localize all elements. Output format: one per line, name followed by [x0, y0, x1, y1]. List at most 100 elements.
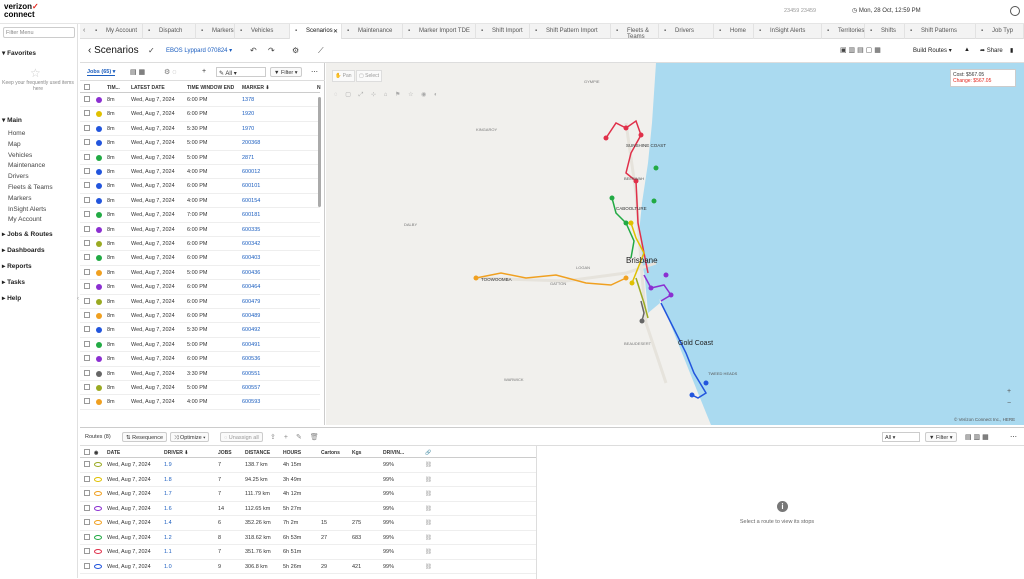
link-icon[interactable]: ⛓	[425, 491, 432, 497]
cell-marker-link[interactable]: 600403	[242, 255, 260, 261]
more-icon[interactable]: ⋯	[311, 68, 318, 76]
cell-marker-link[interactable]: 600464	[242, 284, 260, 290]
link-icon[interactable]: ⛓	[425, 549, 432, 555]
cell-marker-link[interactable]: 600492	[242, 327, 260, 333]
col-jobs[interactable]: JOBS	[218, 450, 232, 456]
table-row[interactable]: 8m Wed, Aug 7, 2024 6:00 PM 600403	[80, 251, 320, 266]
route-checkbox[interactable]	[84, 475, 90, 482]
cell-marker-link[interactable]: 1378	[242, 97, 254, 103]
select-all-checkbox[interactable]	[84, 84, 90, 90]
sidebar-item-6[interactable]: Markers	[8, 195, 31, 202]
route-row[interactable]: Wed, Aug 7, 2024 1.0 9 306.8 km 5h 26m 29 421 9…	[80, 560, 536, 574]
route-cell-driver[interactable]: 1.1	[164, 549, 172, 555]
table-row[interactable]: 8m Wed, Aug 7, 2024 3:30 PM 600551	[80, 367, 320, 381]
route-cell-driver[interactable]: 1.2	[164, 535, 172, 541]
row-checkbox[interactable]	[84, 355, 90, 362]
row-checkbox[interactable]	[84, 124, 90, 131]
route-checkbox[interactable]	[84, 461, 90, 467]
table-row[interactable]: 8m Wed, Aug 7, 2024 5:30 PM 1970	[80, 122, 320, 137]
cell-marker-link[interactable]: 600012	[242, 169, 260, 175]
optimize-button[interactable]: ⤨ Optimize ▾	[170, 432, 210, 442]
undo-icon[interactable]: ↶	[250, 46, 257, 55]
col-date[interactable]: DATE	[107, 450, 120, 456]
routes-select-all[interactable]	[84, 449, 90, 455]
link-icon[interactable]: ⛓	[425, 462, 432, 468]
col-kgs[interactable]: Kgs	[352, 450, 361, 456]
col-n[interactable]: N	[317, 85, 321, 91]
routes-view-icons[interactable]: ▤ ▥ ▦	[965, 433, 989, 441]
sidebar-section-1[interactable]: ▸ Dashboards	[2, 246, 45, 254]
jobs-scrollbar[interactable]	[318, 97, 321, 207]
redo-icon[interactable]: ↷	[268, 46, 275, 55]
jobs-filter-select[interactable]: ✎ All ▾	[216, 67, 266, 77]
row-checkbox[interactable]	[84, 240, 90, 246]
table-row[interactable]: 8m Wed, Aug 7, 2024 4:00 PM 600012	[80, 165, 320, 180]
route-checkbox[interactable]	[84, 548, 90, 554]
eye-icon[interactable]	[94, 520, 102, 525]
row-checkbox[interactable]	[84, 312, 90, 318]
eye-icon[interactable]	[94, 462, 102, 467]
route-cell-driver[interactable]: 1.8	[164, 477, 172, 483]
sidebar-section-main[interactable]: ▾ Main	[2, 116, 22, 124]
route-cell-driver[interactable]: 1.0	[164, 564, 172, 570]
resequence-button[interactable]: ⇅ Resequence	[122, 432, 168, 442]
sidebar-section-favorites[interactable]: ▾ Favorites	[2, 49, 36, 57]
cell-marker-link[interactable]: 600335	[242, 227, 260, 233]
page-title[interactable]: ‹ Scenarios	[88, 45, 139, 56]
tab-2[interactable]: ▪ Markers	[196, 24, 235, 39]
sidebar-item-3[interactable]: Maintenance	[8, 162, 45, 169]
eye-icon[interactable]	[94, 549, 102, 554]
table-row[interactable]: 8m Wed, Aug 7, 2024 5:00 PM 200368	[80, 136, 320, 151]
route-checkbox[interactable]	[84, 519, 90, 525]
table-row[interactable]: 8m Wed, Aug 7, 2024 6:00 PM 1378	[80, 93, 320, 108]
jobs-tab[interactable]: Jobs (65) ▾	[87, 69, 116, 76]
trend-icon[interactable]: ⟋	[318, 46, 324, 56]
row-checkbox[interactable]	[84, 96, 90, 102]
sidebar-item-0[interactable]: Home	[8, 130, 25, 137]
sidebar-section-3[interactable]: ▸ Tasks	[2, 278, 25, 286]
map-canvas[interactable]: Brisbane Gold Coast SUNSHINE COAST TOOWO…	[326, 63, 1024, 425]
eye-icon[interactable]	[94, 534, 102, 540]
cell-marker-link[interactable]: 600342	[242, 241, 260, 247]
route-row[interactable]: Wed, Aug 7, 2024 1.2 8 318.62 km 6h 53m 27 683…	[80, 531, 536, 545]
eye-icon[interactable]	[94, 563, 102, 569]
eye-icon[interactable]	[94, 505, 102, 511]
route-cell-driver[interactable]: 1.9	[164, 462, 172, 468]
sidebar-section-4[interactable]: ▸ Help	[2, 294, 21, 302]
share-button[interactable]: ➦ Share	[980, 47, 1003, 54]
tab-9[interactable]: ▪ Fleets & Teams	[611, 24, 659, 40]
scenario-select[interactable]: EBOS Lyppard 070824 ▾	[166, 47, 232, 54]
cell-marker-link[interactable]: 600489	[242, 313, 260, 319]
cell-marker-link[interactable]: 1970	[242, 126, 254, 132]
row-checkbox[interactable]	[84, 225, 90, 232]
table-row[interactable]: 8m Wed, Aug 7, 2024 4:00 PM 600154	[80, 194, 320, 209]
col-driving[interactable]: DRIVIN...	[383, 450, 404, 456]
row-checkbox[interactable]	[84, 211, 90, 218]
cell-marker-link[interactable]: 600154	[242, 198, 260, 204]
tab-15[interactable]: ▪ Shift Patterns	[905, 24, 976, 39]
checkmark-icon[interactable]: ✓	[148, 46, 155, 55]
tab-8[interactable]: ▪ Shift Pattern Import	[530, 24, 611, 39]
route-row[interactable]: Wed, Aug 7, 2024 1.7 7 111.79 km 4h 12m 99% ⛓	[80, 487, 536, 502]
unassign-all-button[interactable]: ◌ Unassign all	[220, 432, 263, 442]
cell-marker-link[interactable]: 2871	[242, 155, 254, 161]
row-checkbox[interactable]	[84, 254, 90, 261]
pan-button[interactable]: ✋ Pan	[332, 70, 355, 82]
sidebar-item-1[interactable]: Map	[8, 141, 21, 148]
warning-icon[interactable]: ▲	[964, 47, 970, 53]
filter-menu-input[interactable]: Filter Menu	[3, 27, 75, 38]
tab-16[interactable]: ▪ Job Typ	[976, 24, 1024, 39]
route-checkbox[interactable]	[84, 562, 90, 569]
route-cell-driver[interactable]: 1.6	[164, 506, 172, 512]
gear-icon[interactable]: ⚙	[292, 46, 299, 55]
routes-filter-button[interactable]: ▼ Filter ▾	[925, 432, 957, 442]
col-tim[interactable]: TIM...	[107, 85, 120, 91]
table-row[interactable]: 8m Wed, Aug 7, 2024 4:00 PM 600593	[80, 395, 320, 410]
row-checkbox[interactable]	[84, 297, 90, 304]
settings-icons[interactable]: ⚙ ◌	[164, 68, 176, 76]
tab-14[interactable]: ▪ Shifts	[865, 24, 905, 39]
col-distance[interactable]: DISTANCE	[245, 450, 270, 456]
row-checkbox[interactable]	[84, 182, 90, 189]
row-checkbox[interactable]	[84, 168, 90, 174]
route-cell-driver[interactable]: 1.4	[164, 520, 172, 526]
